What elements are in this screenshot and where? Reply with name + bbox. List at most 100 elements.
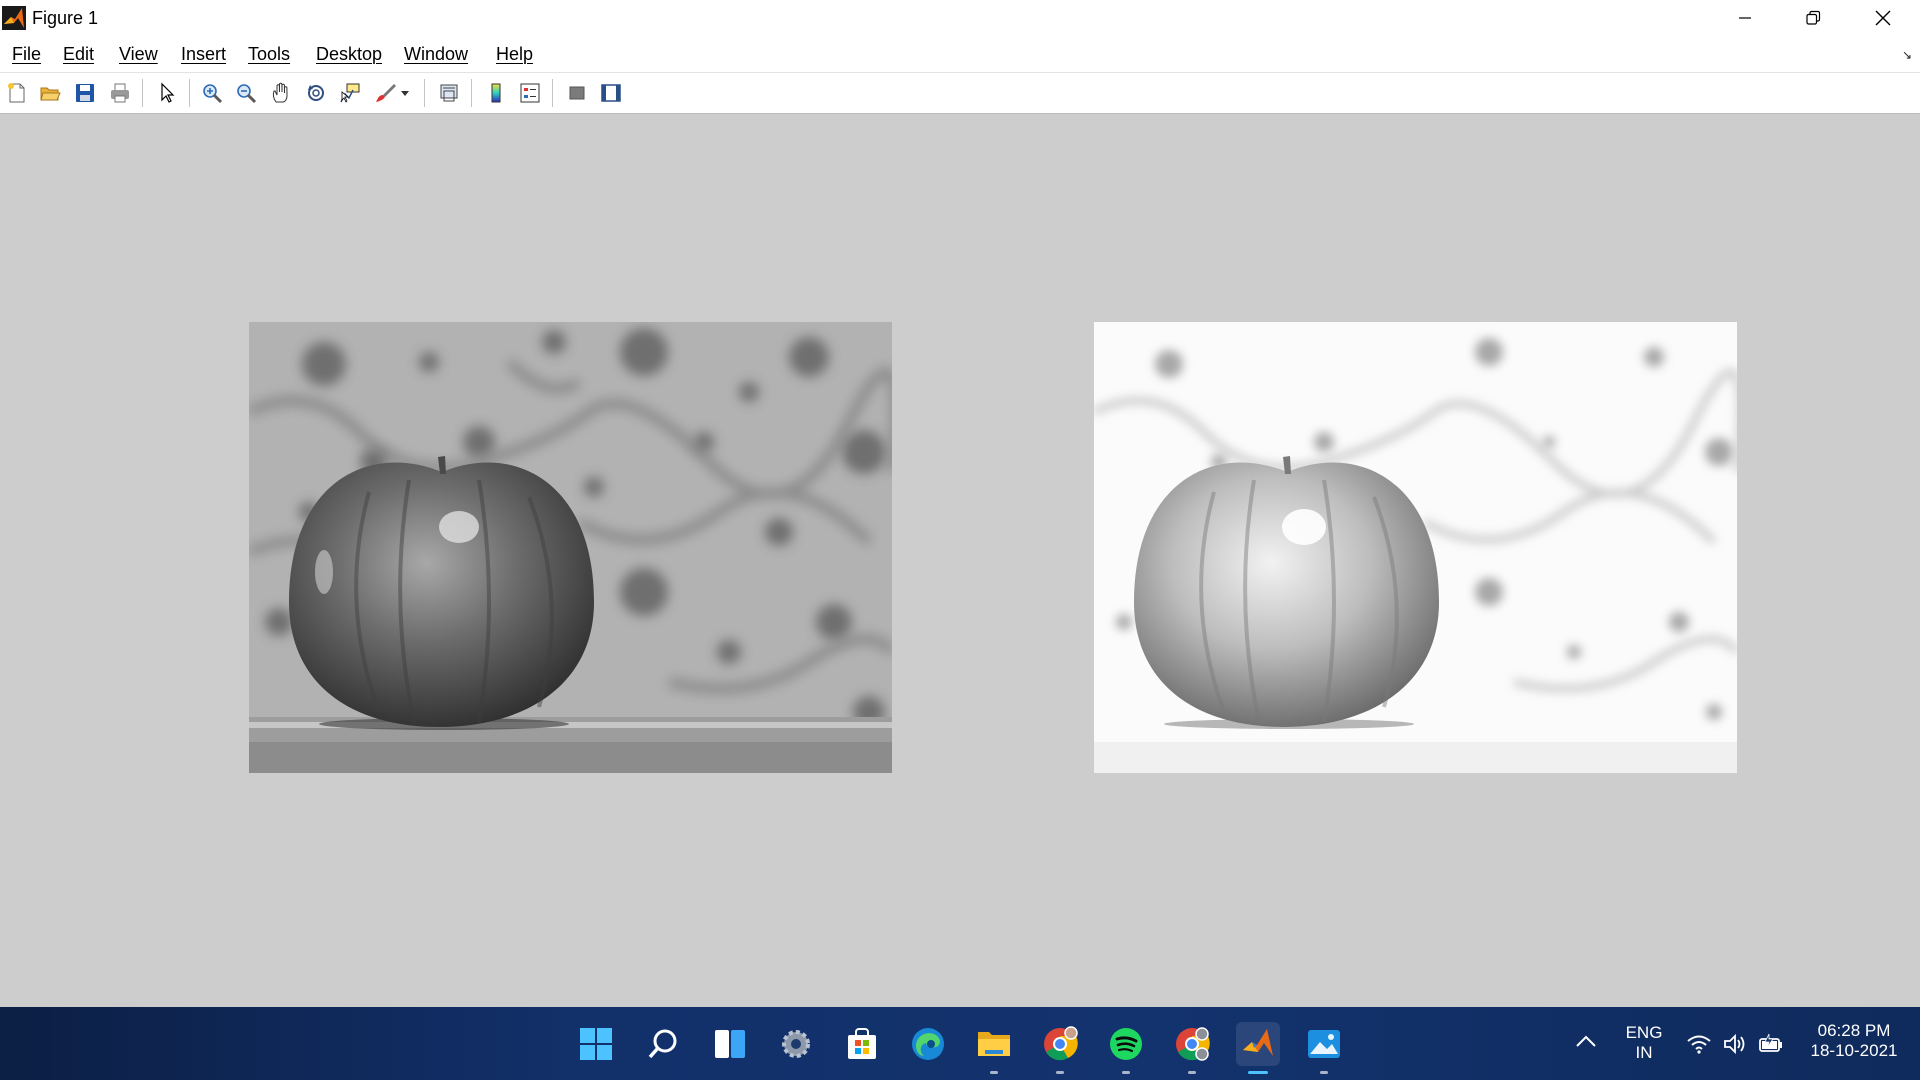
pan-button[interactable] <box>268 80 294 106</box>
toolbar-separator <box>552 79 553 107</box>
wifi-icon <box>1687 1035 1711 1054</box>
print-icon <box>111 83 129 103</box>
folder-icon <box>978 1032 1010 1056</box>
matlab-icon <box>1243 1029 1273 1056</box>
pointer-icon <box>161 82 175 103</box>
running-indicator <box>1122 1071 1130 1074</box>
running-indicator <box>990 1071 998 1074</box>
settings-gear-icon <box>782 1030 810 1058</box>
hide-plot-tools-button[interactable] <box>564 80 590 106</box>
clock-time: 06:28 PM <box>1817 1021 1891 1040</box>
volume-icon <box>1724 1033 1745 1055</box>
processed-apple <box>1094 322 1737 773</box>
restore-button[interactable] <box>1778 0 1848 36</box>
brush-button[interactable] <box>372 80 398 106</box>
menu-view[interactable]: View <box>119 44 158 65</box>
window-title: Figure 1 <box>32 8 99 28</box>
matlab-logo-icon <box>2 6 26 30</box>
toolbar-separator <box>471 79 472 107</box>
original-grayscale-apple <box>249 322 892 773</box>
clock[interactable]: 06:28 PM 18-10-2021 <box>1800 1021 1908 1061</box>
save-button[interactable] <box>72 80 98 106</box>
minimize-icon <box>1739 17 1751 19</box>
menu-window[interactable]: Window <box>404 44 468 65</box>
language-code: ENG <box>1625 1023 1663 1042</box>
start-button[interactable] <box>574 1022 618 1066</box>
microsoft-store-icon <box>848 1028 876 1059</box>
menu-bar: File Edit View Insert Tools Desktop Wind… <box>0 36 1920 73</box>
legend-button[interactable] <box>517 80 543 106</box>
running-indicator <box>1188 1071 1196 1074</box>
new-figure-icon <box>8 83 25 103</box>
save-icon <box>76 84 94 102</box>
legend-icon <box>520 83 540 103</box>
close-icon <box>1875 10 1891 26</box>
rotate-3d-button[interactable] <box>303 80 329 106</box>
search-button[interactable] <box>641 1022 685 1066</box>
toolbar-separator <box>189 79 190 107</box>
figure-toolbar <box>0 73 1920 114</box>
file-explorer-button[interactable] <box>972 1022 1016 1074</box>
system-status-icons[interactable] <box>1686 1033 1784 1055</box>
minimize-button[interactable] <box>1710 0 1780 36</box>
print-button[interactable] <box>107 80 133 106</box>
colorbar-button[interactable] <box>483 80 509 106</box>
toolbar-separator <box>424 79 425 107</box>
battery-charging-icon <box>1759 1033 1782 1052</box>
show-hidden-icons-button[interactable] <box>1575 1034 1597 1053</box>
settings-button[interactable] <box>774 1022 818 1066</box>
brush-dropdown-icon <box>401 91 409 96</box>
matlab-button[interactable] <box>1236 1022 1280 1074</box>
menu-edit[interactable]: Edit <box>63 44 94 65</box>
rotate-3d-icon <box>308 85 324 101</box>
dock-arrow-icon[interactable]: ↘ <box>1902 48 1912 62</box>
menu-desktop[interactable]: Desktop <box>316 44 382 65</box>
store-button[interactable] <box>840 1022 884 1066</box>
language-indicator[interactable]: ENG IN <box>1622 1023 1666 1063</box>
zoom-out-icon <box>237 84 257 104</box>
menu-help[interactable]: Help <box>496 44 533 65</box>
running-indicator <box>1320 1071 1328 1074</box>
edge-browser-icon <box>912 1028 944 1060</box>
open-file-button[interactable] <box>37 80 63 106</box>
search-icon <box>648 1029 677 1059</box>
chevron-up-icon <box>1576 1035 1596 1047</box>
zoom-in-icon <box>203 84 223 104</box>
brush-icon <box>376 84 396 102</box>
spotify-icon <box>1110 1028 1142 1060</box>
windows-start-icon <box>580 1028 612 1060</box>
link-plot-button[interactable] <box>436 80 462 106</box>
show-plot-tools-button[interactable] <box>598 80 624 106</box>
close-button[interactable] <box>1848 0 1918 36</box>
widgets-button[interactable] <box>708 1022 752 1066</box>
menu-insert[interactable]: Insert <box>181 44 226 65</box>
pointer-button[interactable] <box>154 80 180 106</box>
brush-dropdown-button[interactable] <box>398 80 412 106</box>
region-code: IN <box>1635 1043 1653 1062</box>
data-cursor-button[interactable] <box>337 80 363 106</box>
chrome-profile-1-button[interactable] <box>1038 1022 1082 1074</box>
open-file-icon <box>40 87 61 101</box>
title-bar: Figure 1 <box>0 0 1920 36</box>
chrome-icon <box>1044 1026 1078 1061</box>
widgets-icon <box>715 1030 745 1058</box>
edge-button[interactable] <box>906 1022 950 1066</box>
chrome-profile-2-button[interactable] <box>1170 1022 1214 1074</box>
show-plot-tools-icon <box>601 84 621 102</box>
chrome-icon <box>1176 1027 1210 1061</box>
link-plot-icon <box>440 84 458 102</box>
menu-file[interactable]: File <box>12 44 41 65</box>
pan-icon <box>272 82 288 103</box>
zoom-in-button[interactable] <box>199 80 225 106</box>
restore-icon <box>1806 10 1821 25</box>
clock-date: 18-10-2021 <box>1810 1041 1898 1060</box>
hide-plot-tools-icon <box>569 86 585 100</box>
spotify-button[interactable] <box>1104 1022 1148 1074</box>
figure-canvas <box>0 114 1920 1007</box>
new-figure-button[interactable] <box>4 80 30 106</box>
colorbar-icon <box>491 83 501 103</box>
toolbar-separator <box>142 79 143 107</box>
zoom-out-button[interactable] <box>233 80 259 106</box>
menu-tools[interactable]: Tools <box>248 44 290 65</box>
photos-button[interactable] <box>1302 1022 1346 1074</box>
